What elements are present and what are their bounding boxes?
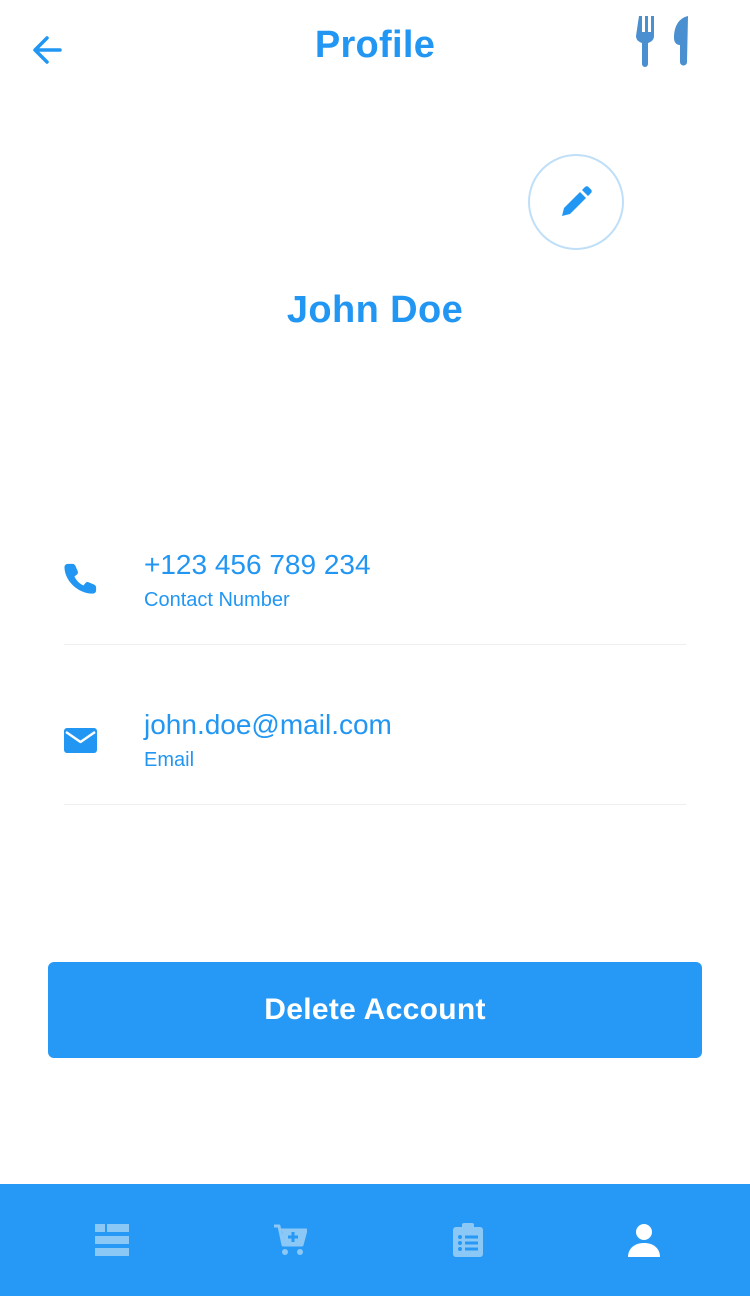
email-value: john.doe@mail.com (144, 709, 392, 740)
user-name: John Doe (286, 289, 464, 331)
fork-knife-icon[interactable] (636, 14, 692, 68)
email-label: Email (144, 749, 195, 771)
contact-number-label: Contact Number (144, 589, 290, 611)
app-header: Profile (0, 0, 750, 96)
user-icon (628, 1224, 660, 1257)
pencil-icon (562, 186, 592, 216)
envelope-icon (64, 728, 97, 753)
nav-item-profile[interactable] (554, 1184, 734, 1296)
bottom-navigation (0, 1184, 750, 1296)
nav-item-cart[interactable] (200, 1184, 380, 1296)
cart-plus-icon (274, 1224, 307, 1255)
nav-item-orders[interactable] (378, 1184, 558, 1296)
clipboard-list-icon (453, 1223, 483, 1257)
delete-account-button[interactable]: Delete Account (48, 962, 702, 1058)
contact-number-row: +123 456 789 234 Contact Number (64, 485, 686, 645)
nav-item-dashboard[interactable] (22, 1184, 202, 1296)
edit-profile-button[interactable] (528, 154, 624, 250)
contact-number-value: +123 456 789 234 (144, 549, 371, 580)
email-row: john.doe@mail.com Email (64, 645, 686, 805)
phone-icon (64, 563, 97, 594)
dashboard-icon (95, 1224, 129, 1256)
